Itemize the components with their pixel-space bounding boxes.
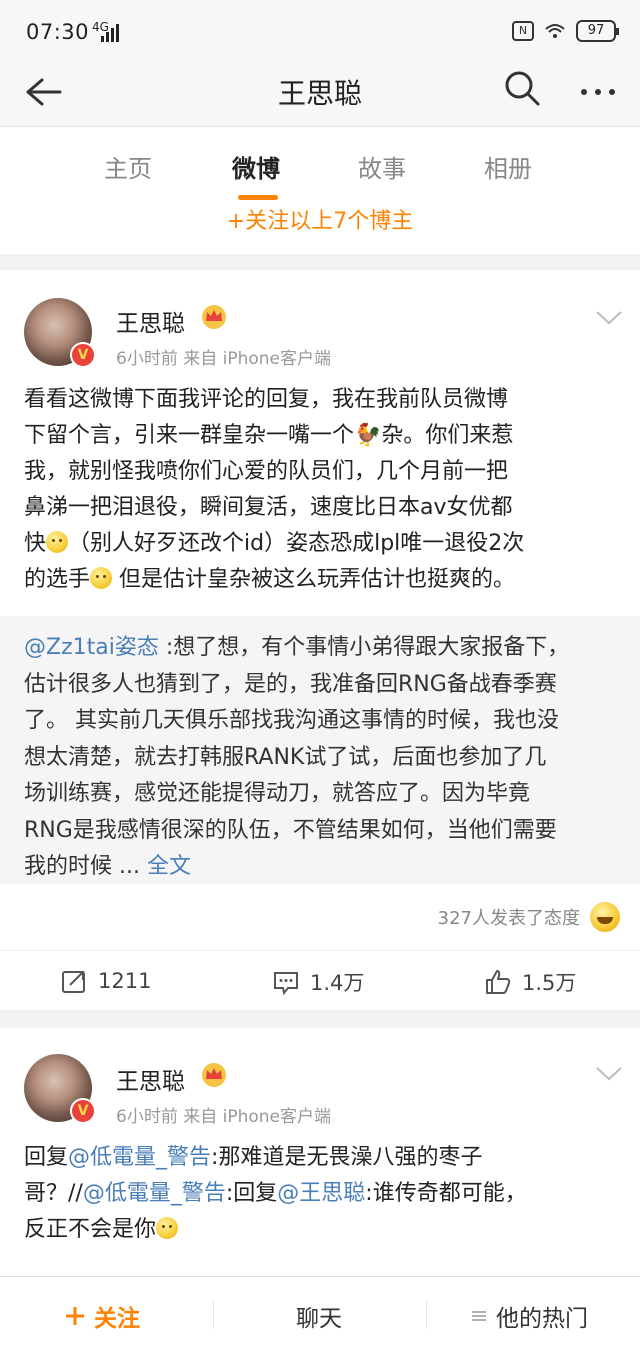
nfc-icon: N (512, 21, 534, 41)
divider (213, 1301, 214, 1329)
post-username[interactable]: 王思聪 (116, 304, 185, 338)
retweet-text: @Zz1tai姿态 :想了想，有个事情小弟得跟大家报备下， 估计很多人也猜到了，… (24, 630, 624, 886)
post-line: 回复@低電量_警告:那难道是无畏澡八强的枣子 (24, 1140, 624, 1176)
avatar[interactable]: V (24, 1054, 96, 1124)
post-fragment: 回复 (24, 1145, 69, 1170)
post-meta: 6小时前 来自 iPhone客户端 (116, 1107, 332, 1127)
post-fragment: （别人好歹还改个id）姿态恐成lpl唯一退役2次 (68, 531, 525, 556)
page-title: 王思聪 (277, 77, 362, 110)
profile-tabs: 主页 微博 故事 相册 (0, 126, 640, 206)
verified-badge-icon: V (70, 342, 96, 368)
verified-badge-icon: V (70, 1098, 96, 1124)
post-text: 回复@低電量_警告:那难道是无畏澡八强的枣子 哥？//@低電量_警告:回复@王思… (24, 1140, 624, 1248)
retweet-line: 估计很多人也猜到了，是的，我准备回RNG备战春季赛 (24, 671, 557, 697)
divider (426, 1301, 427, 1329)
retweet-fragment: 我的时候 ... (24, 854, 147, 879)
post-fragment: 哥？// (24, 1181, 83, 1206)
mention-link[interactable]: @低電量_警告 (68, 1145, 211, 1170)
reactions-count: 327人发表了态度 (437, 908, 580, 929)
retweet-fragment: :想了想，有个事情小弟得跟大家报备下， (158, 635, 570, 660)
hot-posts-button[interactable]: 他的热门 (470, 1299, 588, 1333)
retweet-line: RNG是我感情很深的队伍，不管结果如何，当他们需要 (24, 817, 557, 843)
menu-icon (472, 1311, 486, 1321)
post-line: 下留个言，引来一群皇杂一嘴一个🐓杂。你们来惹 (24, 423, 514, 448)
post-line: 哥？//@低電量_警告:回复@王思聪:谁传奇都可能， (24, 1176, 624, 1212)
post-fragment: 但是估计皇杂被这么玩弄估计也挺爽的。 (112, 567, 516, 592)
retweet-line: @Zz1tai姿态 :想了想，有个事情小弟得跟大家报备下， (24, 630, 624, 667)
top-nav: 王思聪 (0, 58, 640, 126)
crown-vip-icon (202, 305, 226, 329)
post-fragment: 快 (24, 531, 47, 556)
hot-posts-label: 他的热门 (496, 1306, 588, 1332)
tab-album[interactable]: 相册 (484, 149, 532, 184)
smile-emoji-icon (156, 1217, 179, 1239)
thumb-up-icon (486, 970, 511, 994)
post-fragment: :那难道是无畏澡八强的枣子 (211, 1145, 483, 1170)
post-fragment: :回复 (225, 1181, 278, 1206)
active-tab-indicator (238, 195, 278, 200)
like-count: 1.5万 (522, 971, 577, 995)
post-meta: 6小时前 来自 iPhone客户端 (116, 349, 332, 369)
status-bar: 07:30 4G N 97 (0, 0, 640, 66)
more-dots-icon[interactable] (576, 72, 620, 112)
retweet-line: 想太清楚，就去打韩服RANK试了试，后面也参加了几 (24, 744, 547, 770)
chat-label: 聊天 (296, 1306, 342, 1332)
battery-level: 97 (587, 23, 605, 38)
post-line: 的选手 但是估计皇杂被这么玩弄估计也挺爽的。 (24, 562, 624, 598)
status-time: 07:30 (26, 20, 90, 44)
crown-vip-icon (202, 1063, 226, 1087)
retweet-block[interactable]: @Zz1tai姿态 :想了想，有个事情小弟得跟大家报备下， 估计很多人也猜到了，… (0, 616, 640, 884)
avatar[interactable]: V (24, 298, 96, 368)
battery-icon: 97 (576, 20, 619, 42)
retweet-line: 了。 其实前几天俱乐部找我沟通这事情的时候，我也没 (24, 708, 559, 733)
follow-suggested-bloggers-link[interactable]: +关注以上7个博主 (0, 206, 640, 254)
mention-link[interactable]: @低電量_警告 (83, 1181, 226, 1206)
divider (0, 254, 640, 270)
like-button[interactable]: 1.5万 (484, 967, 576, 997)
comment-count: 1.4万 (310, 971, 365, 995)
surprised-emoji-icon (90, 567, 113, 589)
chevron-down-icon[interactable] (594, 308, 624, 328)
post-line: 看看这微博下面我评论的回复，我在我前队员微博 (24, 387, 509, 412)
repost-button[interactable]: 1211 (60, 967, 151, 995)
tab-stories[interactable]: 故事 (358, 149, 406, 184)
repost-count: 1211 (98, 969, 152, 993)
post-fragment: 反正不会是你 (24, 1217, 157, 1242)
post-username[interactable]: 王思聪 (116, 1062, 185, 1096)
post-text: 看看这微博下面我评论的回复，我在我前队员微博 下留个言，引来一群皇杂一嘴一个🐓杂… (24, 382, 624, 598)
laugh-emoji-icon (590, 902, 620, 932)
full-text-link[interactable]: 全文 (147, 854, 191, 879)
retweet-author-link[interactable]: @Zz1tai姿态 (24, 635, 159, 660)
tab-weibo[interactable]: 微博 (232, 149, 280, 184)
reactions-summary[interactable]: 327人发表了态度 (438, 902, 620, 932)
comment-button[interactable]: 1.4万 (272, 967, 364, 997)
share-icon (62, 971, 85, 993)
post-line: 快 （别人好歹还改个id）姿态恐成lpl唯一退役2次 (24, 526, 624, 562)
divider (0, 1010, 640, 1028)
bottom-action-bar: 关注 聊天 他的热门 (0, 1276, 640, 1351)
post-fragment: :谁传奇都可能， (365, 1181, 527, 1206)
mention-link[interactable]: @王思聪 (277, 1181, 365, 1206)
post-card[interactable]: V 王思聪 6小时前 来自 iPhone客户端 回复@低電量_警告:那难道是无畏… (0, 1028, 640, 1276)
comment-icon (274, 972, 298, 996)
retweet-line: 我的时候 ... 全文 (24, 849, 624, 886)
tab-home[interactable]: 主页 (104, 149, 152, 184)
chat-button[interactable]: 聊天 (296, 1299, 342, 1333)
signal-icon (101, 24, 119, 42)
post-fragment: 的选手 (24, 567, 91, 592)
search-icon[interactable] (502, 68, 542, 108)
wifi-icon (545, 24, 565, 38)
post-actions: 1211 1.4万 1.5万 (0, 950, 640, 1010)
post-line: 我，就别怪我喷你们心爱的队员们，几个月前一把 (24, 459, 509, 484)
follow-button[interactable]: 关注 (64, 1299, 140, 1333)
retweet-line: 场训练赛，感觉还能提得动刀，就答应了。因为毕竟 (24, 781, 531, 806)
post-card[interactable]: V 王思聪 6小时前 来自 iPhone客户端 看看这微博下面我评论的回复，我在… (0, 270, 640, 1010)
post-line: 反正不会是你 (24, 1212, 624, 1248)
plus-icon (66, 1307, 84, 1325)
chevron-down-icon[interactable] (594, 1064, 624, 1084)
post-line: 鼻涕一把泪退役，瞬间复活，速度比日本av女优都 (24, 495, 513, 520)
follow-label: 关注 (94, 1306, 140, 1332)
smile-emoji-icon (46, 531, 69, 553)
